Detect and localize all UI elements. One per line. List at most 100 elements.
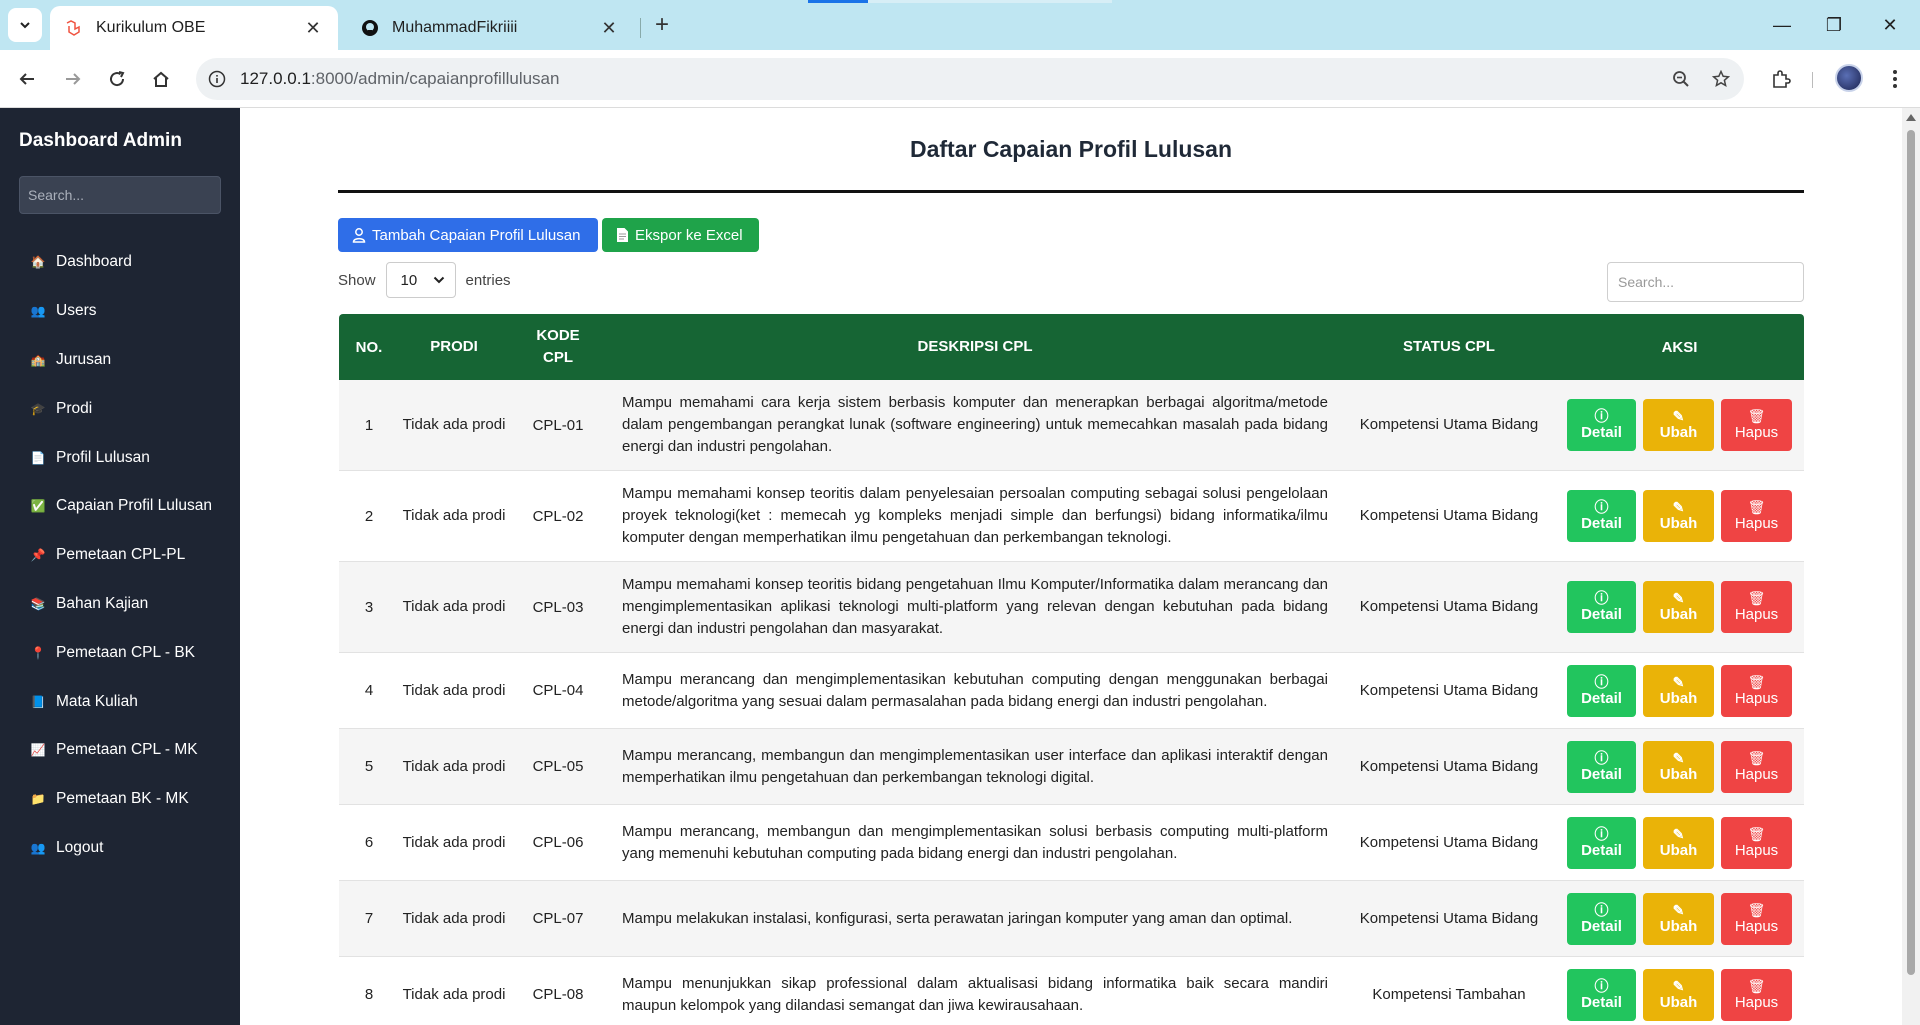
delete-button[interactable]: 🗑 Hapus bbox=[1721, 490, 1792, 542]
sidebar-item-capaian-profil-lulusan[interactable]: ✅ Capaian Profil Lulusan bbox=[0, 482, 240, 531]
close-tab-icon[interactable]: ✕ bbox=[598, 18, 620, 39]
delete-button[interactable]: 🗑 Hapus bbox=[1721, 892, 1792, 945]
pencil-icon: ✎ bbox=[1672, 749, 1685, 766]
profile-avatar[interactable] bbox=[1835, 64, 1863, 92]
cell-no: 3 bbox=[364, 598, 374, 616]
chevron-down-icon bbox=[433, 276, 444, 284]
browser-toolbar: 127.0.0.1:8000/admin/capaianprofillulusa… bbox=[0, 50, 1920, 108]
cell-prodi: Tidak ada prodi bbox=[402, 909, 506, 927]
delete-label: Hapus bbox=[1734, 689, 1779, 707]
edit-label: Ubah bbox=[1659, 515, 1698, 532]
sidebar-item-prodi[interactable]: 🎓 Prodi bbox=[0, 384, 240, 433]
new-tab-button[interactable]: + bbox=[648, 12, 676, 40]
sidebar-item-pemetaan-cpl-bk[interactable]: 📍 Pemetaan CPL - BK bbox=[0, 628, 240, 677]
close-window-icon[interactable]: ✕ bbox=[1870, 10, 1910, 40]
column-header-no[interactable]: NO. bbox=[339, 339, 399, 356]
tab-title: Kurikulum OBE bbox=[96, 19, 206, 36]
site-info-icon[interactable] bbox=[204, 66, 230, 92]
cell-kode: CPL-06 bbox=[532, 834, 584, 851]
sidebar-item-pemetaan-cpl-pl[interactable]: 📌 Pemetaan CPL-PL bbox=[0, 531, 240, 580]
detail-button[interactable]: ⓘ Detail bbox=[1567, 740, 1636, 793]
delete-button[interactable]: 🗑 Hapus bbox=[1721, 740, 1792, 793]
cell-aksi: ⓘ Detail ✎ Ubah 🗑 Hapus bbox=[1555, 399, 1804, 451]
edit-button[interactable]: ✎ Ubah bbox=[1643, 490, 1714, 542]
detail-button[interactable]: ⓘ Detail bbox=[1567, 399, 1636, 451]
trash-icon: 🗑 bbox=[1747, 408, 1766, 424]
minimize-icon[interactable]: — bbox=[1762, 10, 1802, 40]
cell-prodi: Tidak ada prodi bbox=[402, 507, 506, 524]
edit-button[interactable]: ✎ Ubah bbox=[1643, 968, 1714, 1021]
detail-button[interactable]: ⓘ Detail bbox=[1567, 816, 1636, 869]
close-tab-icon[interactable]: ✕ bbox=[302, 18, 324, 39]
scroll-up-arrow-icon[interactable] bbox=[1906, 114, 1916, 121]
detail-button[interactable]: ⓘ Detail bbox=[1567, 664, 1636, 717]
delete-button[interactable]: 🗑 Hapus bbox=[1721, 816, 1792, 869]
sidebar-item-jurusan[interactable]: 🏫 Jurusan bbox=[0, 336, 240, 385]
column-header-status[interactable]: STATUS CPL bbox=[1343, 336, 1555, 358]
bookmark-star-icon[interactable] bbox=[1704, 62, 1738, 96]
sidebar-item-profil-lulusan[interactable]: 📄 Profil Lulusan bbox=[0, 433, 240, 482]
delete-button[interactable]: 🗑 Hapus bbox=[1721, 968, 1792, 1021]
detail-button[interactable]: ⓘ Detail bbox=[1567, 892, 1636, 945]
tab-kurikulum-obe[interactable]: Kurikulum OBE ✕ bbox=[50, 6, 338, 50]
edit-label: Ubah bbox=[1659, 765, 1698, 783]
cell-status: Kompetensi Utama Bidang bbox=[1359, 598, 1539, 615]
entries-select[interactable]: 10 bbox=[385, 262, 456, 298]
detail-button[interactable]: ⓘ Detail bbox=[1567, 581, 1636, 633]
edit-button[interactable]: ✎ Ubah bbox=[1643, 581, 1714, 633]
edit-button[interactable]: ✎ Ubah bbox=[1643, 816, 1714, 869]
cell-deskripsi: Mampu memahami cara kerja sistem berbasi… bbox=[622, 394, 1328, 455]
sidebar-item-dashboard[interactable]: 🏠 Dashboard bbox=[0, 238, 240, 287]
sidebar-item-users[interactable]: 👥 Users bbox=[0, 287, 240, 336]
detail-button[interactable]: ⓘ Detail bbox=[1567, 968, 1636, 1021]
delete-button[interactable]: 🗑 Hapus bbox=[1721, 664, 1792, 717]
sidebar-item-mata-kuliah[interactable]: 📘 Mata Kuliah bbox=[0, 677, 240, 726]
reload-icon[interactable] bbox=[100, 62, 134, 96]
page-scrollbar[interactable] bbox=[1902, 108, 1920, 1025]
zoom-icon[interactable] bbox=[1664, 62, 1698, 96]
sidebar-item-label: Dashboard bbox=[56, 253, 132, 271]
address-bar[interactable]: 127.0.0.1:8000/admin/capaianprofillulusa… bbox=[196, 58, 1744, 100]
column-header-kode-cpl[interactable]: KODE CPL bbox=[509, 325, 607, 369]
table-search-input[interactable] bbox=[1607, 262, 1804, 302]
edit-label: Ubah bbox=[1659, 917, 1698, 935]
back-icon[interactable] bbox=[10, 62, 44, 96]
restore-icon[interactable]: ❐ bbox=[1814, 10, 1854, 40]
tab-github[interactable]: MuhammadFikriiii ✕ bbox=[346, 6, 634, 50]
table-row: 3 Tidak ada prodi CPL-03 Mampu memahami … bbox=[339, 562, 1804, 653]
delete-button[interactable]: 🗑 Hapus bbox=[1721, 399, 1792, 451]
toolbar-divider bbox=[1812, 72, 1813, 88]
forward-icon[interactable] bbox=[56, 62, 90, 96]
sidebar: Dashboard Admin 🏠 Dashboard 👥 Users 🏫 Jurus… bbox=[0, 108, 240, 1025]
pencil-icon: ✎ bbox=[1672, 825, 1685, 842]
delete-label: Hapus bbox=[1734, 424, 1779, 441]
column-header-deskripsi[interactable]: DESKRIPSI CPL bbox=[607, 336, 1343, 358]
trash-icon: 🗑 bbox=[1747, 977, 1766, 994]
cell-prodi: Tidak ada prodi bbox=[402, 833, 506, 851]
add-cpl-button[interactable]: Tambah Capaian Profil Lulusan bbox=[338, 218, 599, 252]
tab-search-button[interactable] bbox=[8, 8, 42, 42]
edit-button[interactable]: ✎ Ubah bbox=[1643, 399, 1714, 451]
sidebar-item-pemetaan-cpl-mk[interactable]: 📈 Pemetaan CPL - MK bbox=[0, 726, 240, 775]
extensions-icon[interactable] bbox=[1764, 62, 1798, 96]
table-row: 6 Tidak ada prodi CPL-06 Mampu merancang… bbox=[339, 805, 1804, 881]
sidebar-search-input[interactable] bbox=[19, 176, 221, 214]
edit-button[interactable]: ✎ Ubah bbox=[1643, 664, 1714, 717]
home-icon[interactable] bbox=[144, 62, 178, 96]
cell-deskripsi: Mampu merancang dan mengimplementasikan … bbox=[622, 670, 1328, 710]
table-row: 1 Tidak ada prodi CPL-01 Mampu memahami … bbox=[339, 380, 1804, 471]
edit-button[interactable]: ✎ Ubah bbox=[1643, 892, 1714, 945]
column-header-prodi[interactable]: PRODI bbox=[399, 336, 509, 358]
trash-icon: 🗑 bbox=[1747, 749, 1766, 766]
sidebar-item-pemetaan-bk-mk[interactable]: 📁 Pemetaan BK - MK bbox=[0, 775, 240, 824]
edit-button[interactable]: ✎ Ubah bbox=[1643, 740, 1714, 793]
delete-button[interactable]: 🗑 Hapus bbox=[1721, 581, 1792, 633]
sidebar-item-bahan-kajian[interactable]: 📚 Bahan Kajian bbox=[0, 580, 240, 629]
detail-button[interactable]: ⓘ Detail bbox=[1567, 490, 1636, 542]
cell-status: Kompetensi Utama Bidang bbox=[1359, 909, 1539, 927]
sidebar-item-logout[interactable]: 👥 Logout bbox=[0, 824, 240, 873]
detail-label: Detail bbox=[1581, 841, 1622, 859]
scrollbar-thumb[interactable] bbox=[1907, 130, 1915, 975]
more-menu-icon[interactable] bbox=[1878, 62, 1912, 96]
export-excel-button[interactable]: Ekspor ke Excel bbox=[602, 218, 759, 252]
